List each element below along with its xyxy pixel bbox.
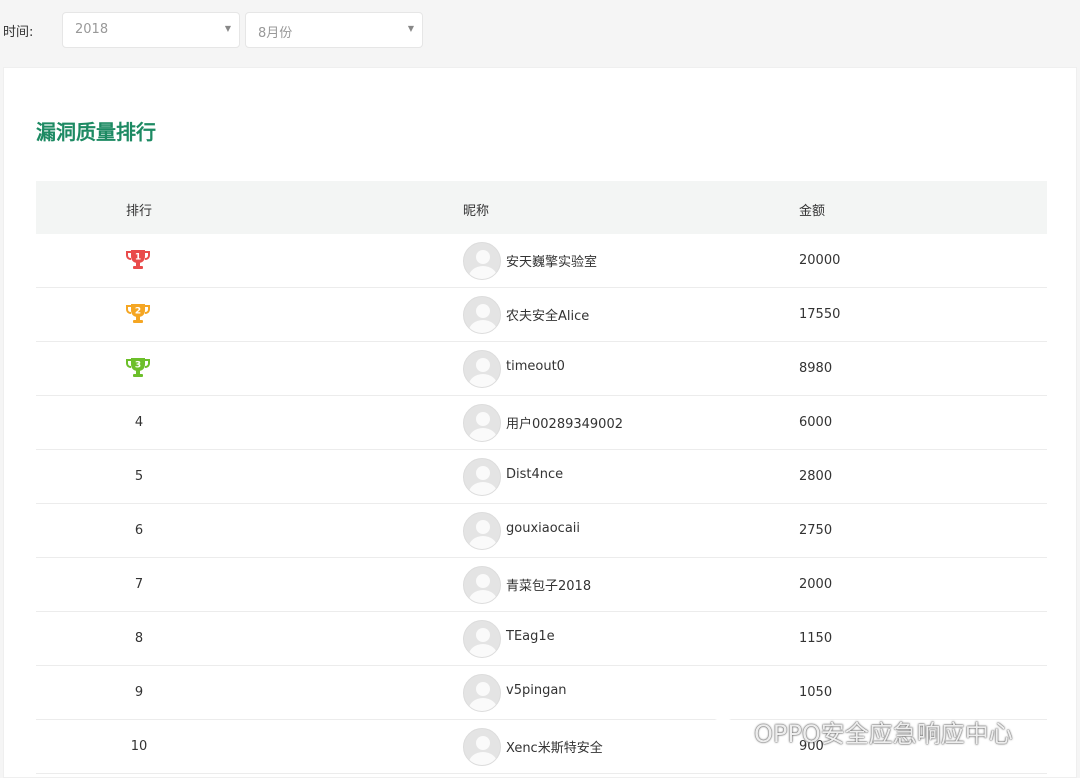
filter-bar: 时间: 2018 ▼ 8月份 ▼ [0, 0, 1080, 62]
chevron-down-icon: ▼ [407, 24, 414, 33]
rank-value: 5 [134, 469, 144, 484]
avatar [463, 242, 501, 280]
avatar [463, 566, 501, 604]
nickname[interactable]: 用户00289349002 [506, 413, 623, 432]
nickname[interactable]: 农夫安全Alice [506, 305, 589, 324]
trophy-rank: 1 [135, 253, 141, 263]
wechat-icon [709, 717, 746, 745]
table-row: 5 Dist4nce 2800 [36, 450, 1047, 504]
rank-value: 8 [134, 631, 144, 646]
table-row: 8 TEag1e 1150 [36, 612, 1047, 666]
table-row: 7 青菜包子2018 2000 [36, 558, 1047, 612]
table-header: 排行 昵称 金额 [36, 181, 1047, 234]
avatar [463, 350, 501, 388]
nickname[interactable]: Xenc米斯特安全 [506, 737, 603, 756]
avatar [463, 458, 501, 496]
table-row: 6 gouxiaocaii 2750 [36, 504, 1047, 558]
rank-value: 6 [134, 523, 144, 538]
table-row: 2 农夫安全Alice 17550 [36, 288, 1047, 342]
watermark: OPPO安全应急响应中心 [708, 714, 1013, 749]
avatar [463, 512, 501, 550]
table-row: 1 安天巍擎实验室 20000 [36, 234, 1047, 288]
rank-value: 10 [130, 739, 148, 754]
rank-value: 7 [134, 577, 144, 592]
avatar [463, 674, 501, 712]
amount-value: 6000 [799, 415, 833, 430]
table-row: 4 用户00289349002 6000 [36, 396, 1047, 450]
time-filter-label: 时间: [3, 25, 34, 40]
table-row: 9 v5pingan 1050 [36, 666, 1047, 720]
column-header-rank: 排行 [126, 204, 153, 219]
amount-value: 8980 [799, 361, 833, 376]
ranking-table: 排行 昵称 金额 1 安天巍擎实验室 20000 2 农夫安全Alice 17550… [36, 181, 1047, 774]
nickname[interactable]: 青菜包子2018 [506, 575, 591, 594]
column-header-amount: 金额 [799, 204, 826, 219]
year-select-value: 2018 [75, 22, 109, 37]
avatar [463, 728, 501, 766]
trophy-icon: 2 [126, 304, 150, 323]
table-row: 3 timeout0 8980 [36, 342, 1047, 396]
column-header-nickname: 昵称 [463, 204, 490, 219]
watermark-text: OPPO安全应急响应中心 [754, 720, 1013, 748]
nickname[interactable]: timeout0 [506, 359, 565, 374]
amount-value: 1150 [799, 631, 833, 646]
rank-value: 9 [134, 685, 144, 700]
nickname[interactable]: Dist4nce [506, 467, 563, 482]
amount-value: 2800 [799, 469, 833, 484]
nickname[interactable]: v5pingan [506, 683, 567, 698]
amount-value: 2000 [799, 577, 833, 592]
page-title: 漏洞质量排行 [36, 120, 156, 144]
amount-value: 2750 [799, 523, 833, 538]
table-body: 1 安天巍擎实验室 20000 2 农夫安全Alice 17550 3 timeou… [36, 234, 1047, 774]
month-select[interactable]: 8月份 ▼ [245, 12, 423, 48]
year-select[interactable]: 2018 ▼ [62, 12, 240, 48]
avatar [463, 404, 501, 442]
avatar [463, 620, 501, 658]
nickname[interactable]: gouxiaocaii [506, 521, 580, 536]
amount-value: 1050 [799, 685, 833, 700]
avatar [463, 296, 501, 334]
amount-value: 17550 [799, 307, 841, 322]
nickname[interactable]: TEag1e [506, 629, 555, 644]
trophy-icon: 1 [126, 250, 150, 269]
month-select-value: 8月份 [258, 26, 293, 41]
rank-value: 4 [134, 415, 144, 430]
chevron-down-icon: ▼ [224, 24, 231, 33]
ranking-card: 漏洞质量排行 排行 昵称 金额 1 安天巍擎实验室 20000 2 农夫安全Ali… [3, 67, 1077, 778]
nickname[interactable]: 安天巍擎实验室 [506, 251, 597, 270]
trophy-icon: 3 [126, 358, 150, 377]
amount-value: 20000 [799, 253, 841, 268]
trophy-rank: 3 [135, 361, 141, 371]
trophy-rank: 2 [135, 307, 141, 317]
